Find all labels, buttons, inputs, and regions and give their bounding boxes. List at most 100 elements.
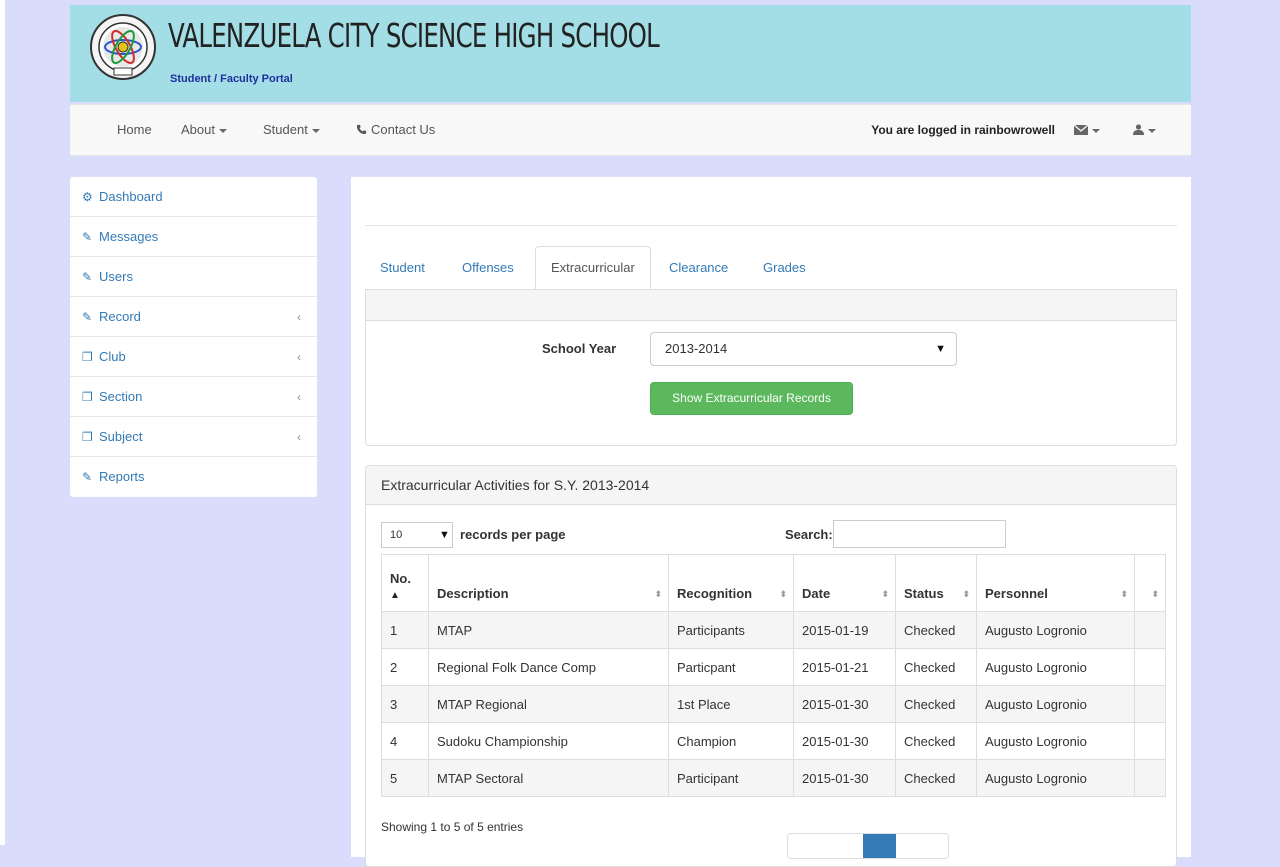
sort-icon: ⬍ [654,589,662,599]
edit-icon: ✎ [82,230,93,244]
cell-description: MTAP Sectoral [428,759,669,797]
school-year-value: 2013-2014 [665,341,728,356]
cell-no: 2 [381,648,429,686]
sort-icon: ⬍ [1151,589,1159,599]
sidebar-item-label: Record [99,309,141,324]
cell-actions [1134,759,1166,797]
nav-contact[interactable]: Contact Us [356,105,435,155]
cell-date: 2015-01-21 [793,648,896,686]
cell-no: 3 [381,685,429,723]
cell-recognition: Champion [668,722,794,760]
col-header-status[interactable]: Status ⬍ [895,554,977,612]
page-length-value: 10 [390,529,403,541]
page-container: VALENZUELA CITY SCIENCE HIGH SCHOOL Stud… [70,5,1191,867]
col-header-label: No. [390,571,411,586]
records-per-page-label: records per page [460,527,566,542]
sidebar-item-club[interactable]: ❐ Club ‹ [70,337,317,377]
sidebar-item-subject[interactable]: ❐ Subject ‹ [70,417,317,457]
cell-no: 5 [381,759,429,797]
sidebar-item-users[interactable]: ✎ Users [70,257,317,297]
table-row: 5 MTAP Sectoral Participant 2015-01-30 C… [381,759,1166,797]
nav-about-dropdown[interactable]: About [181,105,227,155]
school-year-select[interactable]: 2013-2014 ▼ [650,332,957,366]
logged-in-status: You are logged in rainbowrowell [871,123,1055,137]
tab-grades[interactable]: Grades [748,246,821,290]
record-tabs: Student Offenses Extracurricular Clearan… [365,246,1177,291]
top-navbar: Home About Student Contact Us You are lo… [70,104,1191,156]
sort-icon: ⬍ [779,589,787,599]
col-header-label: Status [904,586,944,601]
nav-home-label: Home [117,122,152,137]
dashboard-icon: ⚙ [82,190,93,204]
cell-recognition: Participant [668,759,794,797]
tab-extracurricular[interactable]: Extracurricular [535,246,651,291]
tab-clearance[interactable]: Clearance [654,246,743,290]
cell-recognition: Participants [668,611,794,649]
cell-description: MTAP [428,611,669,649]
copy-icon: ❐ [82,390,93,404]
col-header-description[interactable]: Description ⬍ [428,554,669,612]
dropdown-arrow-icon: ▼ [439,529,450,541]
records-panel: Extracurricular Activities for S.Y. 2013… [365,465,1177,867]
sidebar-item-dashboard[interactable]: ⚙ Dashboard [70,177,317,217]
chevron-left-icon: ‹ [297,350,301,364]
sidebar-item-reports[interactable]: ✎ Reports [70,457,317,497]
user-dropdown[interactable] [1133,105,1156,155]
col-header-date[interactable]: Date ⬍ [793,554,896,612]
table-row: 1 MTAP Participants 2015-01-19 Checked A… [381,611,1166,649]
sidebar-item-messages[interactable]: ✎ Messages [70,217,317,257]
caret-down-icon [311,128,320,133]
cell-description: Sudoku Championship [428,722,669,760]
col-header-label: Recognition [677,586,753,601]
pagination-current-page[interactable] [863,834,896,858]
table-row: 4 Sudoku Championship Champion 2015-01-3… [381,722,1166,760]
cell-actions [1134,611,1166,649]
caret-down-icon [1148,128,1156,133]
cell-status: Checked [895,759,977,797]
sidebar-item-record[interactable]: ✎ Record ‹ [70,297,317,337]
copy-icon: ❐ [82,350,93,364]
filter-panel-heading [366,289,1176,321]
col-header-no[interactable]: No. ▲ [381,554,429,612]
copy-icon: ❐ [82,430,93,444]
cell-no: 1 [381,611,429,649]
col-header-actions[interactable]: ⬍ [1134,554,1166,612]
page-length-select[interactable]: 10 ▼ [381,522,453,548]
nav-student-dropdown[interactable]: Student [263,105,320,155]
cell-date: 2015-01-30 [793,722,896,760]
col-header-personnel[interactable]: Personnel ⬍ [976,554,1135,612]
nav-about-label: About [181,122,215,137]
cell-personnel: Augusto Logronio [976,648,1135,686]
pagination [787,833,949,859]
cell-status: Checked [895,685,977,723]
tab-label: Student [380,260,425,275]
cell-personnel: Augusto Logronio [976,722,1135,760]
nav-home[interactable]: Home [117,105,152,155]
cell-status: Checked [895,648,977,686]
cell-date: 2015-01-30 [793,759,896,797]
show-extracurricular-button[interactable]: Show Extracurricular Records [650,382,853,415]
user-icon [1133,124,1144,135]
cell-actions [1134,722,1166,760]
messages-dropdown[interactable] [1073,105,1100,155]
divider [365,225,1177,226]
school-name: VALENZUELA CITY SCIENCE HIGH SCHOOL [168,16,660,55]
phone-icon [356,124,367,135]
sidebar-item-section[interactable]: ❐ Section ‹ [70,377,317,417]
tab-label: Grades [763,260,806,275]
table-info: Showing 1 to 5 of 5 entries [381,820,524,834]
chevron-left-icon: ‹ [297,430,301,444]
caret-down-icon [1092,128,1100,133]
dropdown-arrow-icon: ▼ [935,343,946,355]
tab-label: Clearance [669,260,729,275]
table-row: 3 MTAP Regional 1st Place 2015-01-30 Che… [381,685,1166,723]
sort-icon: ⬍ [1120,589,1128,599]
sidebar-menu: ⚙ Dashboard ✎ Messages ✎ Users ✎ Record ‹ ❐ C… [70,177,317,497]
tab-offenses[interactable]: Offenses [447,246,529,290]
col-header-recognition[interactable]: Recognition ⬍ [668,554,794,612]
search-input[interactable] [833,520,1006,548]
table-row: 2 Regional Folk Dance Comp Particpant 20… [381,648,1166,686]
tab-student[interactable]: Student [365,246,440,290]
left-edge [0,0,5,845]
table-header-row: No. ▲ Description ⬍ Recognition ⬍ Date ⬍… [381,554,1166,612]
